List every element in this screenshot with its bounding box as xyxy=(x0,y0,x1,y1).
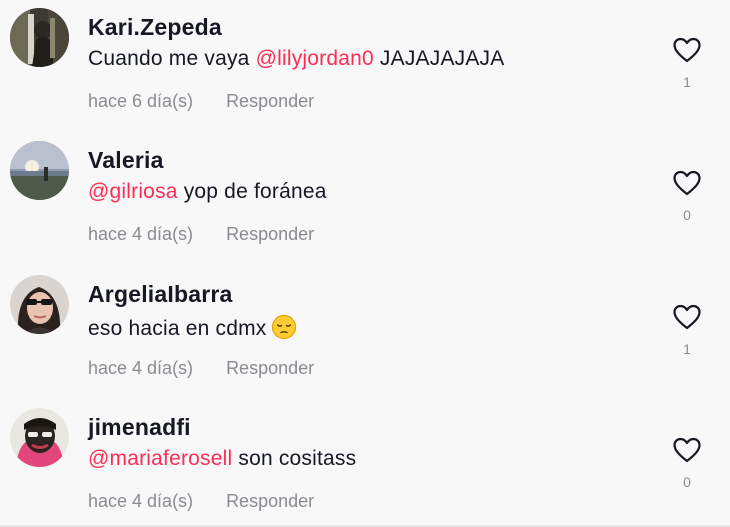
comment-text: @mariaferosell son cositass xyxy=(88,447,356,471)
avatar[interactable] xyxy=(10,408,69,467)
like-count: 0 xyxy=(683,207,691,223)
avatar-image xyxy=(10,8,69,67)
comment-text-before: Cuando me vaya xyxy=(88,47,256,70)
mention-link[interactable]: @lilyjordan0 xyxy=(256,47,374,70)
comment-meta: hace 4 día(s) Responder xyxy=(88,491,314,512)
comment-meta: hace 6 día(s) Responder xyxy=(88,91,314,112)
reply-button[interactable]: Responder xyxy=(226,91,314,111)
comment-username[interactable]: jimenadfi xyxy=(88,414,191,441)
comment-timestamp: hace 4 día(s) xyxy=(88,491,194,511)
reply-button[interactable]: Responder xyxy=(226,358,314,378)
avatar-image xyxy=(10,408,69,467)
avatar[interactable] xyxy=(10,275,69,334)
like-button[interactable]: 1 xyxy=(670,36,704,90)
comment-text-after: son cositass xyxy=(232,447,357,470)
avatar-image xyxy=(10,275,69,334)
comment-item: jimenadfi @mariaferosell son cositass ha… xyxy=(0,400,730,527)
comment-username[interactable]: Kari.Zepeda xyxy=(88,14,222,41)
mention-link[interactable]: @gilriosa xyxy=(88,180,178,203)
comment-meta: hace 4 día(s) Responder xyxy=(88,358,314,379)
comment-timestamp: hace 4 día(s) xyxy=(88,358,194,378)
heart-outline-icon xyxy=(673,170,701,196)
comment-text: Cuando me vaya @lilyjordan0 JAJAJAJAJA xyxy=(88,47,504,71)
like-button[interactable]: 0 xyxy=(670,169,704,223)
comment-username[interactable]: Valeria xyxy=(88,147,164,174)
reply-button[interactable]: Responder xyxy=(226,491,314,511)
avatar[interactable] xyxy=(10,8,69,67)
heart-outline-icon xyxy=(673,37,701,63)
comment-text-after: yop de foránea xyxy=(177,180,327,203)
comment-text-after: JAJAJAJAJA xyxy=(373,47,505,70)
avatar[interactable] xyxy=(10,141,69,200)
like-button[interactable]: 1 xyxy=(670,303,704,357)
comment-list: Kari.Zepeda Cuando me vaya @lilyjordan0 … xyxy=(0,0,730,527)
comment-timestamp: hace 6 día(s) xyxy=(88,91,194,111)
mention-link[interactable]: @mariaferosell xyxy=(88,447,232,470)
comment-text: eso hacia en cdmx xyxy=(88,314,297,341)
avatar-image xyxy=(10,141,69,200)
comment-meta: hace 4 día(s) Responder xyxy=(88,224,314,245)
like-count: 1 xyxy=(683,341,691,357)
heart-outline-icon xyxy=(673,437,701,463)
comment-text-before: eso hacia en cdmx xyxy=(88,317,267,340)
comment-text: @gilriosa yop de foránea xyxy=(88,180,327,204)
like-count: 1 xyxy=(683,74,691,90)
like-count: 0 xyxy=(683,474,691,490)
like-button[interactable]: 0 xyxy=(670,436,704,490)
comment-item: Kari.Zepeda Cuando me vaya @lilyjordan0 … xyxy=(0,0,730,133)
pensive-face-emoji xyxy=(271,314,296,340)
heart-outline-icon xyxy=(673,304,701,330)
comment-timestamp: hace 4 día(s) xyxy=(88,224,194,244)
comment-item: Valeria @gilriosa yop de foránea hace 4 … xyxy=(0,133,730,266)
reply-button[interactable]: Responder xyxy=(226,224,314,244)
comment-username[interactable]: ArgeliaIbarra xyxy=(88,281,233,308)
comment-item: ArgeliaIbarra eso hacia en cdmx hace 4 d… xyxy=(0,267,730,400)
